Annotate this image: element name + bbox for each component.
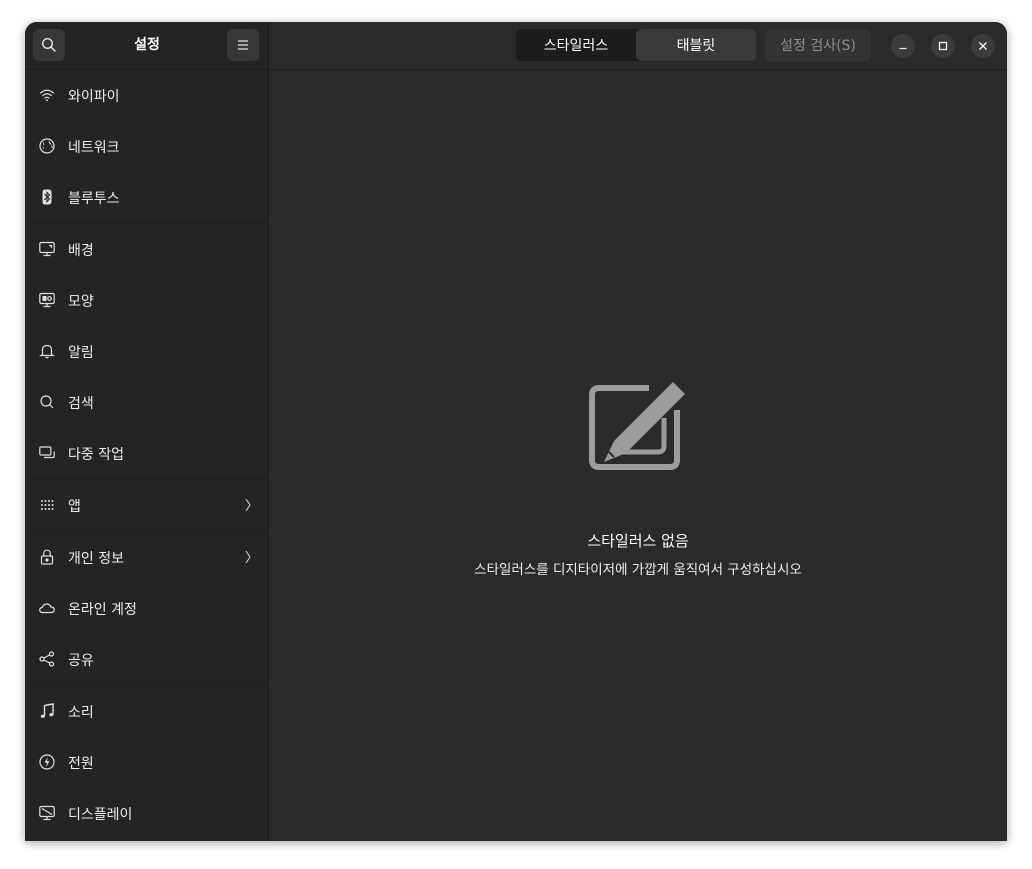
sidebar-item-label: 다중 작업 [68, 446, 124, 463]
sidebar-item-label: 모양 [68, 293, 94, 310]
test-settings-button[interactable]: 설정 검사(S) [765, 29, 871, 61]
share-icon [38, 650, 56, 668]
bell-icon [38, 342, 56, 360]
sidebar-nav: 와이파이 네트워크 블루투스 배경 모양 알림 검색 다중 작업 앱 개인 정보… [25, 70, 268, 839]
sidebar-item-label: 디스플레이 [68, 806, 133, 823]
chevron-right-icon [245, 498, 251, 512]
maximize-button[interactable] [931, 34, 955, 58]
sidebar-item-label: 공유 [68, 652, 94, 669]
sidebar-item-background[interactable]: 배경 [25, 224, 268, 275]
sidebar-item-label: 블루투스 [68, 190, 120, 207]
cloud-icon [38, 599, 56, 617]
sidebar-item-label: 전원 [68, 755, 94, 772]
appearance-icon [38, 291, 56, 309]
sidebar-item-displays[interactable]: 디스플레이 [25, 788, 268, 839]
minimize-button[interactable] [891, 34, 915, 58]
sidebar-item-appearance[interactable]: 모양 [25, 275, 268, 326]
globe-icon [38, 137, 56, 155]
sidebar-item-label: 검색 [68, 395, 94, 412]
sidebar-item-label: 앱 [68, 498, 81, 515]
windows-icon [38, 444, 56, 462]
bluetooth-icon [38, 188, 56, 206]
view-switcher: 스타일러스 태블릿 [516, 29, 756, 61]
menu-icon [238, 40, 248, 50]
sidebar-item-power[interactable]: 전원 [25, 737, 268, 788]
sidebar-title: 설정 [134, 37, 160, 53]
apps-grid-icon [38, 496, 56, 514]
sidebar-item-sound[interactable]: 소리 [25, 686, 268, 737]
sidebar-item-label: 네트워크 [68, 139, 120, 156]
sidebar-item-label: 개인 정보 [68, 550, 124, 567]
chevron-right-icon [245, 550, 251, 564]
empty-state-title: 스타일러스 없음 [587, 532, 689, 550]
stylus-pen-icon [589, 382, 685, 470]
search-button[interactable] [33, 29, 65, 61]
music-note-icon [38, 702, 56, 720]
tab-stylus[interactable]: 스타일러스 [516, 29, 636, 61]
search-icon [41, 37, 56, 52]
close-button[interactable] [971, 34, 995, 58]
maximize-icon [938, 41, 948, 51]
close-icon [979, 42, 987, 50]
sidebar-header: 설정 [25, 22, 268, 70]
wifi-icon [38, 86, 56, 104]
header-bar: 스타일러스 태블릿 설정 검사(S) [269, 22, 1007, 70]
sidebar-item-multitasking[interactable]: 다중 작업 [25, 428, 268, 480]
sidebar-item-label: 배경 [68, 242, 94, 259]
sidebar-item-network[interactable]: 네트워크 [25, 121, 268, 172]
sidebar-item-privacy[interactable]: 개인 정보 [25, 532, 268, 583]
display-icon [38, 804, 56, 822]
monitor-icon [38, 240, 56, 258]
empty-state: 스타일러스 없음 스타일러스를 디지타이저에 가깝게 움직여서 구성하십시오 [269, 70, 1007, 841]
sidebar-item-label: 온라인 계정 [68, 601, 137, 618]
sidebar-item-label: 소리 [68, 704, 94, 721]
sidebar-item-search[interactable]: 검색 [25, 377, 268, 428]
sidebar-item-label: 알림 [68, 344, 94, 361]
empty-state-subtitle: 스타일러스를 디지타이저에 가깝게 움직여서 구성하십시오 [474, 562, 802, 578]
tab-tablet[interactable]: 태블릿 [636, 29, 756, 61]
sidebar-item-apps[interactable]: 앱 [25, 480, 268, 532]
sidebar-item-online-accounts[interactable]: 온라인 계정 [25, 583, 268, 634]
search-icon [38, 393, 56, 411]
power-icon [38, 753, 56, 771]
sidebar-item-label: 와이파이 [68, 88, 120, 105]
sidebar: 설정 와이파이 네트워크 블루투스 배경 모양 알림 검색 다중 작업 앱 개인… [25, 22, 269, 841]
main-menu-button[interactable] [227, 29, 259, 61]
sidebar-item-sharing[interactable]: 공유 [25, 634, 268, 686]
sidebar-item-wifi[interactable]: 와이파이 [25, 70, 268, 121]
settings-window: 설정 와이파이 네트워크 블루투스 배경 모양 알림 검색 다중 작업 앱 개인… [25, 22, 1007, 841]
sidebar-item-notifications[interactable]: 알림 [25, 326, 268, 377]
sidebar-item-bluetooth[interactable]: 블루투스 [25, 172, 268, 224]
minimize-icon [899, 47, 907, 50]
lock-icon [38, 548, 56, 566]
